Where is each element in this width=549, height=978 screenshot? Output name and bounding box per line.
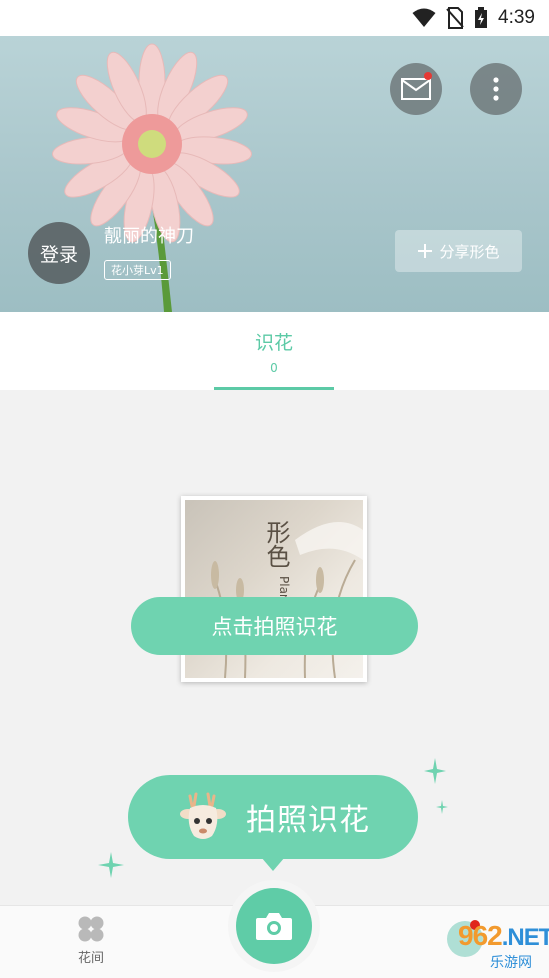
messages-button[interactable] xyxy=(390,63,442,115)
share-button[interactable]: 分享形色 xyxy=(395,230,522,272)
deer-mascot-icon xyxy=(180,792,226,839)
battery-charging-icon xyxy=(475,7,488,28)
clover-icon xyxy=(78,916,104,942)
empty-state: 形色 Plan 点击拍照识花 拍照识花 xyxy=(0,390,549,905)
sparkle-icon xyxy=(98,852,124,878)
tab-bar: 识花 0 xyxy=(0,312,549,390)
callout-pointer xyxy=(261,857,285,871)
plus-icon xyxy=(418,244,433,258)
camera-button-inner xyxy=(236,888,312,964)
nav-item-huajian[interactable]: 花间 xyxy=(62,914,120,972)
take-photo-identify-button[interactable]: 拍照识花 xyxy=(128,775,418,859)
status-bar: 4:39 xyxy=(0,0,549,36)
profile-header: 登录 靓丽的神刀 花小芽Lv1 分享形色 xyxy=(0,36,549,312)
camera-icon xyxy=(256,913,292,940)
take-photo-identify-label: 拍照识花 xyxy=(246,803,370,838)
wifi-icon xyxy=(412,8,436,27)
tab-label: 识花 xyxy=(254,332,293,354)
share-button-label: 分享形色 xyxy=(439,242,500,261)
watermark-logo: 962.NET 乐游网 xyxy=(412,912,549,977)
camera-button[interactable] xyxy=(228,880,320,972)
unread-badge xyxy=(424,72,432,80)
photo-overlay-title: 形色 xyxy=(262,520,290,568)
watermark-subtext: 乐游网 xyxy=(490,955,532,971)
tab-identify-flower[interactable]: 识花 0 xyxy=(214,312,334,390)
tap-to-identify-button[interactable]: 点击拍照识花 xyxy=(131,597,418,655)
sparkle-icon xyxy=(424,758,446,784)
username: 靓丽的神刀 xyxy=(104,226,194,247)
more-options-button[interactable] xyxy=(470,63,522,115)
sparkle-icon xyxy=(436,800,448,814)
mail-icon xyxy=(401,78,431,100)
watermark-text: 962.NET xyxy=(458,920,549,951)
nav-item-label: 花间 xyxy=(77,951,104,966)
no-sim-icon xyxy=(446,7,464,29)
more-vertical-icon xyxy=(493,77,499,101)
tab-count: 0 xyxy=(270,361,278,375)
login-button[interactable]: 登录 xyxy=(28,222,90,284)
clock: 4:39 xyxy=(498,7,535,28)
level-badge: 花小芽Lv1 xyxy=(104,260,171,280)
